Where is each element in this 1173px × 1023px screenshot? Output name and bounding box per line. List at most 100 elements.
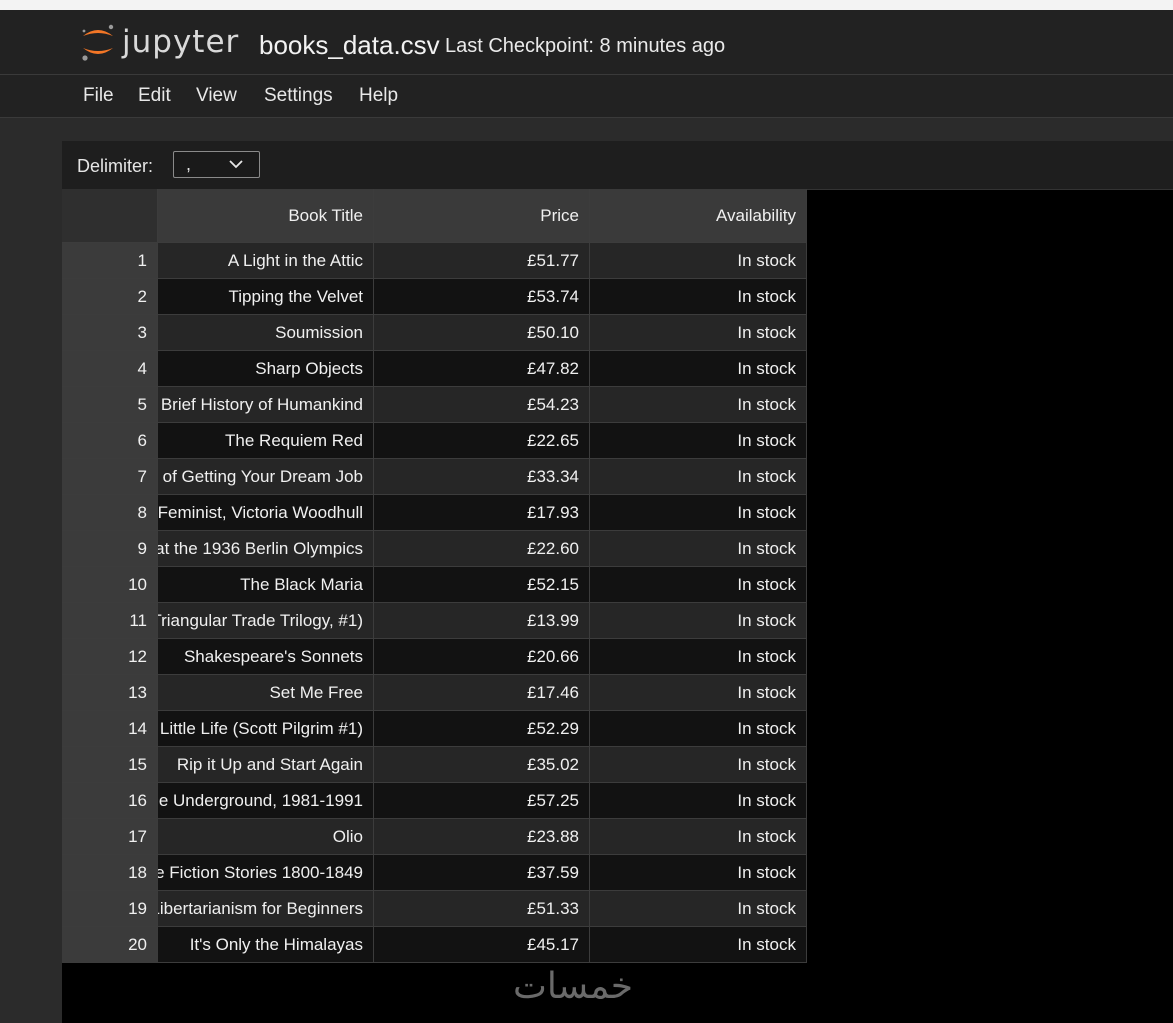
availability-cell[interactable]: In stock	[590, 279, 807, 315]
price-cell[interactable]: £45.17	[374, 927, 590, 963]
table-row[interactable]: 10 The Black Maria £52.15 In stock	[62, 567, 807, 603]
table-row[interactable]: 16 Our Band Could Be Your Life: Scenes fr…	[62, 783, 807, 819]
price-cell[interactable]: £52.15	[374, 567, 590, 603]
table-row[interactable]: 19 Libertarianism for Beginners £51.33 In s…	[62, 891, 807, 927]
table-row[interactable]: 2 Tipping the Velvet £53.74 In stock	[62, 279, 807, 315]
price-cell[interactable]: £50.10	[374, 315, 590, 351]
menu-edit[interactable]: Edit	[138, 85, 171, 107]
column-header-book-title[interactable]: Book Title	[158, 189, 374, 243]
table-row[interactable]: 4 Sharp Objects £47.82 In stock	[62, 351, 807, 387]
row-index-cell: 4	[62, 351, 158, 387]
price-cell[interactable]: £33.34	[374, 459, 590, 495]
book-title-cell[interactable]: The Black Maria	[158, 567, 374, 603]
table-row[interactable]: 20 It's Only the Himalayas £45.17 In stock	[62, 927, 807, 963]
book-title-cell[interactable]: Rip it Up and Start Again	[158, 747, 374, 783]
book-title-cell[interactable]: Sharp Objects	[158, 351, 374, 387]
table-row[interactable]: 18 Mesaerion: The Best Science Fiction St…	[62, 855, 807, 891]
row-index-cell-text: 8	[137, 502, 147, 522]
table-row[interactable]: 5 Sapiens: A Brief History of Humankind £5…	[62, 387, 807, 423]
price-cell[interactable]: £51.33	[374, 891, 590, 927]
availability-cell[interactable]: In stock	[590, 747, 807, 783]
availability-cell-text: In stock	[737, 466, 796, 486]
column-header-availability[interactable]: Availability	[590, 189, 807, 243]
book-title-cell[interactable]: Libertarianism for Beginners	[158, 891, 374, 927]
book-title-cell[interactable]: Starving Hearts (Triangular Trade Trilog…	[158, 603, 374, 639]
jupyter-logo[interactable]: jupyter	[80, 22, 239, 62]
availability-cell-text: In stock	[737, 610, 796, 630]
document-title[interactable]: books_data.csv	[259, 30, 440, 60]
availability-cell[interactable]: In stock	[590, 531, 807, 567]
price-cell[interactable]: £22.60	[374, 531, 590, 567]
availability-cell[interactable]: In stock	[590, 783, 807, 819]
availability-cell[interactable]: In stock	[590, 891, 807, 927]
row-index-cell: 7	[62, 459, 158, 495]
price-cell[interactable]: £37.59	[374, 855, 590, 891]
price-cell[interactable]: £57.25	[374, 783, 590, 819]
book-title-cell[interactable]: Mesaerion: The Best Science Fiction Stor…	[158, 855, 374, 891]
price-cell[interactable]: £17.46	[374, 675, 590, 711]
menu-file[interactable]: File	[83, 85, 114, 107]
column-header-price[interactable]: Price	[374, 189, 590, 243]
table-row[interactable]: 9 The Boys in the Boat: Nine Americans an…	[62, 531, 807, 567]
availability-cell[interactable]: In stock	[590, 423, 807, 459]
delimiter-select[interactable]: ,	[173, 151, 260, 178]
table-row[interactable]: 8 The Coming Woman: A Novel Based on the …	[62, 495, 807, 531]
availability-cell[interactable]: In stock	[590, 459, 807, 495]
table-row[interactable]: 13 Set Me Free £17.46 In stock	[62, 675, 807, 711]
availability-cell-text: In stock	[737, 250, 796, 270]
menu-settings[interactable]: Settings	[264, 85, 333, 107]
price-cell[interactable]: £20.66	[374, 639, 590, 675]
book-title-cell[interactable]: Olio	[158, 819, 374, 855]
price-cell[interactable]: £23.88	[374, 819, 590, 855]
availability-cell[interactable]: In stock	[590, 387, 807, 423]
availability-cell[interactable]: In stock	[590, 495, 807, 531]
book-title-cell[interactable]: Sapiens: A Brief History of Humankind	[158, 387, 374, 423]
book-title-cell[interactable]: A Light in the Attic	[158, 243, 374, 279]
table-row[interactable]: 11 Starving Hearts (Triangular Trade Tril…	[62, 603, 807, 639]
menu-view[interactable]: View	[196, 85, 237, 107]
book-title-cell[interactable]: Tipping the Velvet	[158, 279, 374, 315]
table-row[interactable]: 17 Olio £23.88 In stock	[62, 819, 807, 855]
availability-cell[interactable]: In stock	[590, 711, 807, 747]
data-grid[interactable]: Book Title Price Availability 1 A Light i…	[62, 189, 807, 963]
availability-cell[interactable]: In stock	[590, 567, 807, 603]
book-title-cell[interactable]: Scott Pilgrim's Precious Little Life (Sc…	[158, 711, 374, 747]
price-cell[interactable]: £17.93	[374, 495, 590, 531]
book-title-cell[interactable]: The Dirty Little Secrets of Getting Your…	[158, 459, 374, 495]
availability-cell[interactable]: In stock	[590, 351, 807, 387]
book-title-cell[interactable]: The Boys in the Boat: Nine Americans and…	[158, 531, 374, 567]
logo-text: jupyter	[122, 24, 240, 60]
availability-cell[interactable]: In stock	[590, 675, 807, 711]
table-row[interactable]: 7 The Dirty Little Secrets of Getting You…	[62, 459, 807, 495]
availability-cell[interactable]: In stock	[590, 315, 807, 351]
book-title-cell[interactable]: Soumission	[158, 315, 374, 351]
book-title-cell[interactable]: Shakespeare's Sonnets	[158, 639, 374, 675]
row-index-cell: 5	[62, 387, 158, 423]
availability-cell[interactable]: In stock	[590, 819, 807, 855]
table-row[interactable]: 3 Soumission £50.10 In stock	[62, 315, 807, 351]
price-cell[interactable]: £52.29	[374, 711, 590, 747]
availability-cell[interactable]: In stock	[590, 603, 807, 639]
price-cell[interactable]: £51.77	[374, 243, 590, 279]
book-title-cell[interactable]: It's Only the Himalayas	[158, 927, 374, 963]
menu-help[interactable]: Help	[359, 85, 398, 107]
table-row[interactable]: 1 A Light in the Attic £51.77 In stock	[62, 243, 807, 279]
availability-cell[interactable]: In stock	[590, 927, 807, 963]
price-cell[interactable]: £22.65	[374, 423, 590, 459]
availability-cell[interactable]: In stock	[590, 243, 807, 279]
table-row[interactable]: 15 Rip it Up and Start Again £35.02 In stoc…	[62, 747, 807, 783]
book-title-cell[interactable]: Set Me Free	[158, 675, 374, 711]
availability-cell[interactable]: In stock	[590, 639, 807, 675]
price-cell[interactable]: £53.74	[374, 279, 590, 315]
price-cell[interactable]: £35.02	[374, 747, 590, 783]
availability-cell[interactable]: In stock	[590, 855, 807, 891]
book-title-cell[interactable]: Our Band Could Be Your Life: Scenes from…	[158, 783, 374, 819]
book-title-cell[interactable]: The Requiem Red	[158, 423, 374, 459]
table-row[interactable]: 6 The Requiem Red £22.65 In stock	[62, 423, 807, 459]
book-title-cell[interactable]: The Coming Woman: A Novel Based on the L…	[158, 495, 374, 531]
price-cell[interactable]: £13.99	[374, 603, 590, 639]
table-row[interactable]: 12 Shakespeare's Sonnets £20.66 In stock	[62, 639, 807, 675]
price-cell[interactable]: £54.23	[374, 387, 590, 423]
price-cell[interactable]: £47.82	[374, 351, 590, 387]
table-row[interactable]: 14 Scott Pilgrim's Precious Little Life (…	[62, 711, 807, 747]
